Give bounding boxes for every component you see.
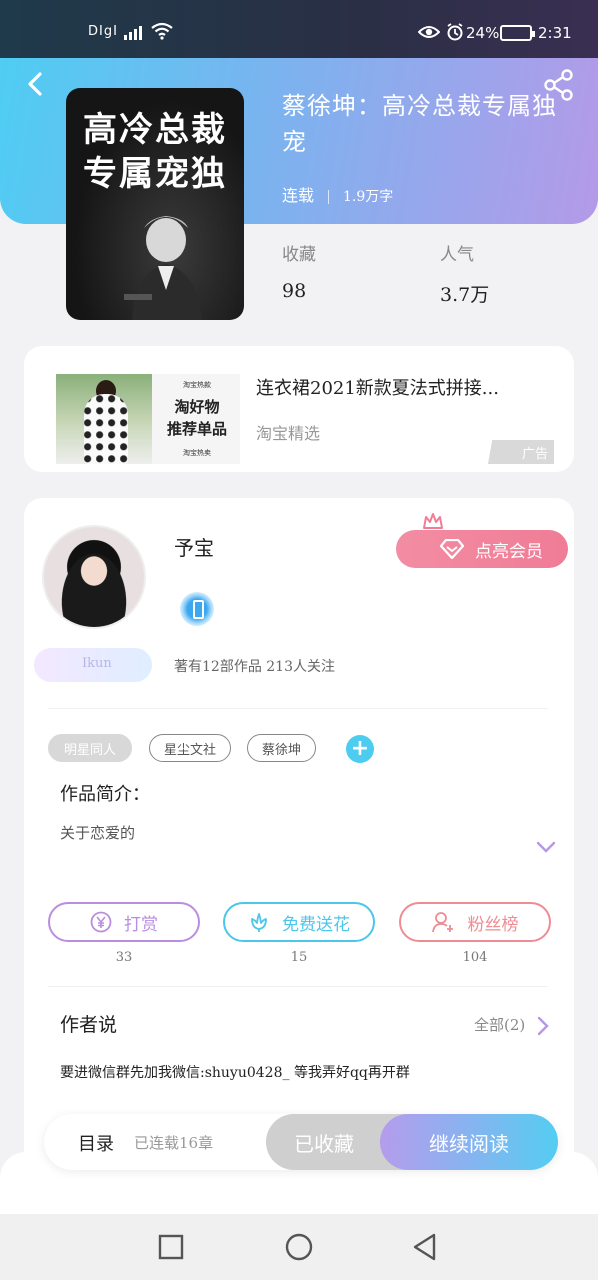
serial-status: 连载 [282,186,315,205]
yen-icon [90,911,112,933]
eye-icon [418,26,440,38]
favorites-label: 收藏 [282,245,316,265]
send-flower-button[interactable]: 免费送花 [223,902,375,942]
author-says-text: 要进微信群先加我微信:shuyu0428_ 等我弄好qq再开群 [60,1065,410,1081]
reward-button[interactable]: 打赏 [48,902,200,942]
popularity-value: 3.7万 [440,284,490,306]
cover-title-line2: 专属宠独 [83,154,227,194]
intro-text: 关于恋爱的 [60,824,136,842]
fan-ranking-button[interactable]: 粉丝榜 [399,902,551,942]
meta-divider [328,189,330,204]
author-says-all-link[interactable]: 全部(2) [474,1014,525,1035]
diamond-icon [439,539,465,559]
divider [48,986,548,987]
ad-image-line2: 推荐单品 [166,420,227,438]
user-icon [431,912,453,933]
author-stats: 著有12部作品 213人关注 [174,659,335,675]
cover-title-line1: 高冷总裁 [83,110,227,150]
ad-source: 淘宝精选 [256,424,321,443]
chapter-progress: 已连载16章 [134,1134,214,1152]
reward-label: 打赏 [124,914,158,935]
battery-icon [500,25,535,41]
favorites-value: 98 [282,280,307,302]
home-icon[interactable] [282,1230,316,1264]
ad-badge: 广告 [478,440,554,464]
cover-figure-image [124,216,202,320]
flower-icon [251,913,267,932]
divider [48,708,548,709]
author-avatar[interactable] [42,525,146,629]
tag-item[interactable]: 星尘文社 [149,734,231,762]
continue-reading-label: 继续阅读 [429,1131,509,1156]
ad-title: 连衣裙2021新款夏法式拼接... [256,378,499,399]
clock: 2:31 [538,24,572,42]
tag-item[interactable]: 蔡徐坤 [247,734,316,762]
level-badge-icon [180,592,214,626]
back-icon[interactable] [20,68,52,100]
word-count: 1.9万字 [343,189,394,205]
ad-image-top-text: 淘宝热款 [183,381,211,389]
book-title: 蔡徐坤：高冷总裁专属独宠 [282,92,557,156]
carrier-label: DIgI [88,24,118,39]
chevron-right-icon[interactable] [536,1016,550,1036]
author-says-label: 作者说 [60,1014,118,1036]
back-nav-icon[interactable] [408,1230,442,1264]
battery-percent: 24% [466,24,500,42]
toc-button[interactable]: 目录 [78,1130,114,1156]
crown-icon [423,513,443,529]
ad-card[interactable]: 淘宝热款 淘好物 推荐单品 淘宝热卖 连衣裙2021新款夏法式拼接... 淘宝精… [24,346,574,472]
add-tag-button[interactable]: + [346,735,374,763]
fan-ranking-label: 粉丝榜 [467,914,519,935]
tag-item[interactable]: 明星同人 [48,734,132,762]
recent-apps-icon[interactable] [154,1230,188,1264]
vip-button-label: 点亮会员 [475,541,543,562]
collected-label: 已收藏 [294,1131,354,1156]
chevron-down-icon[interactable] [536,840,556,854]
ad-model-dress [84,394,128,464]
vip-button[interactable]: 点亮会员 [396,530,568,568]
wifi-icon [151,22,173,40]
status-bar: DIgI 24% 2:31 [0,0,598,60]
ad-image-line1: 淘好物 [174,398,220,416]
fan-count: 104 [462,950,488,965]
alarm-icon [447,23,463,41]
popularity-label: 人气 [440,245,474,265]
intro-label: 作品简介： [60,784,150,805]
author-name[interactable]: 予宝 [174,532,214,561]
flower-count: 15 [290,950,308,965]
fan-badge-label: Ikun [82,656,112,671]
book-cover[interactable]: 高冷总裁 专属宠独 [66,88,244,320]
ad-badge-label: 广告 [521,446,548,462]
ad-image: 淘宝热款 淘好物 推荐单品 淘宝热卖 [56,374,240,464]
send-flower-label: 免费送花 [282,914,350,935]
ad-image-bottom-text: 淘宝热卖 [183,449,211,457]
continue-reading-button[interactable]: 继续阅读 [380,1114,558,1170]
signal-icon [124,22,142,40]
reward-count: 33 [115,950,133,965]
book-meta: 连载 1.9万字 [282,182,393,206]
